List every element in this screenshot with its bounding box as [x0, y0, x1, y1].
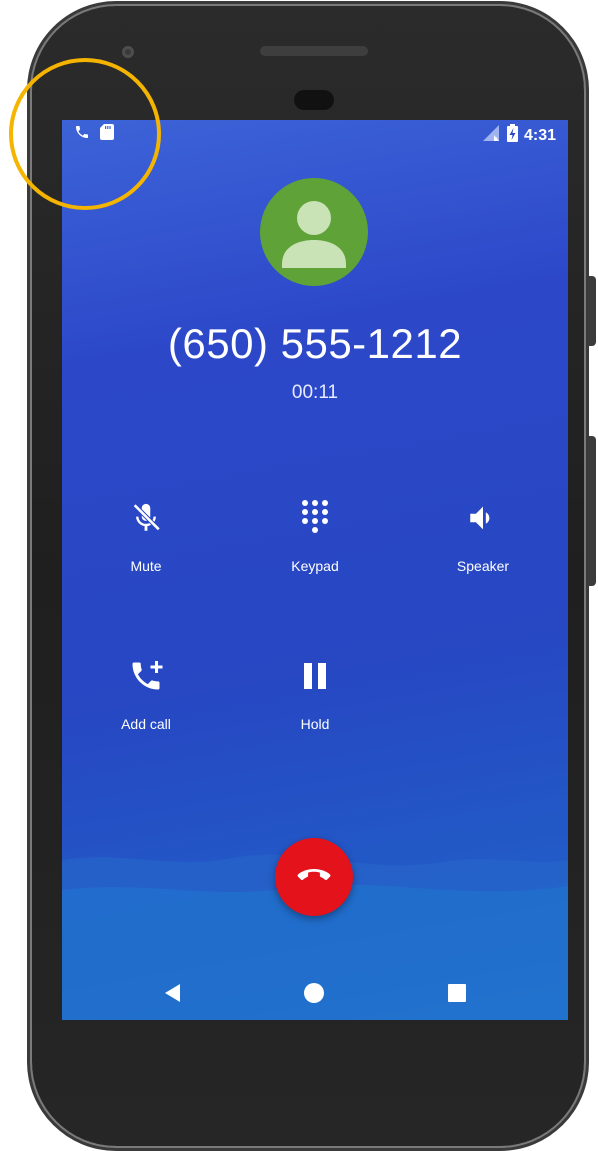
- add-call-button[interactable]: Add call: [86, 656, 206, 732]
- caller-number: (650) 555-1212: [167, 320, 463, 367]
- signal-no-data-icon: x: [482, 125, 501, 146]
- svg-text:x: x: [494, 136, 498, 141]
- mute-label: Mute: [130, 558, 162, 574]
- speaker-label: Speaker: [456, 558, 510, 574]
- pause-icon: [255, 656, 375, 696]
- earpiece-speaker: [260, 46, 368, 56]
- mic-off-icon: [86, 498, 206, 538]
- volume-icon: [423, 498, 543, 538]
- navigation-bar: [62, 960, 568, 1020]
- battery-charging-icon: [506, 124, 518, 147]
- keypad-label: Keypad: [291, 558, 339, 574]
- mute-button[interactable]: Mute: [86, 498, 206, 574]
- end-call-button[interactable]: [275, 838, 353, 916]
- home-icon: [304, 983, 324, 1003]
- speaker-button[interactable]: Speaker: [423, 498, 543, 574]
- status-time: 4:31: [523, 126, 556, 144]
- back-icon: [165, 984, 180, 1002]
- add-call-label: Add call: [121, 716, 171, 732]
- contact-avatar: [260, 178, 368, 286]
- call-duration: 00:11: [291, 382, 339, 403]
- power-button: [588, 276, 596, 346]
- end-call-icon: [296, 866, 332, 889]
- front-camera: [122, 46, 134, 58]
- highlight-circle: [9, 58, 161, 210]
- dialpad-icon: [255, 498, 375, 538]
- keypad-button[interactable]: Keypad: [255, 498, 375, 574]
- home-button[interactable]: [299, 978, 329, 1008]
- hold-label: Hold: [300, 716, 330, 732]
- volume-button: [588, 436, 596, 586]
- phone-screen: x 4:31 (650) 555-1212 00:11 Mute Keypad …: [62, 120, 568, 1020]
- recents-button[interactable]: [442, 978, 472, 1008]
- add-call-icon: [86, 656, 206, 696]
- proximity-sensor: [294, 90, 334, 110]
- status-system: x 4:31: [482, 124, 556, 147]
- recents-icon: [448, 984, 466, 1002]
- hold-button[interactable]: Hold: [255, 656, 375, 732]
- back-button[interactable]: [157, 978, 187, 1008]
